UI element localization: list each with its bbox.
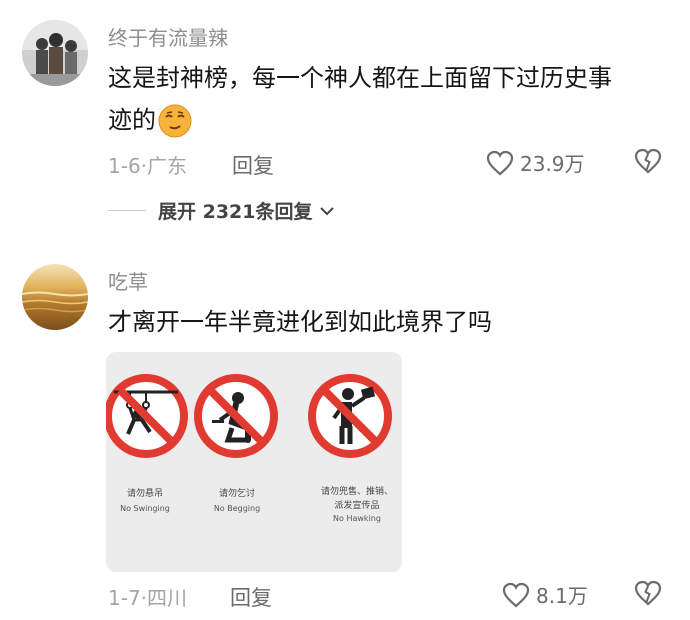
golden-water-avatar-icon <box>22 264 88 330</box>
comment-text: 才离开一年半竟进化到如此境界了吗 <box>108 308 492 336</box>
sign-label-en: No Begging <box>213 504 261 513</box>
no-swinging-icon <box>106 374 188 458</box>
date-text: 1-7 <box>108 586 141 610</box>
sign-label-en: No Swinging <box>120 504 170 513</box>
sign-label-cn: 请勿悬吊 <box>126 489 163 499</box>
sign-label-cn-line-2: 派发宣传品 <box>334 501 380 511</box>
broken-heart-icon <box>634 580 662 606</box>
like-button[interactable]: 8.1万 <box>502 580 588 609</box>
avatar[interactable] <box>22 264 88 330</box>
comment-image[interactable]: 请勿悬吊 No Swinging 请勿乞讨 No Begging 请勿兜售、推销… <box>106 352 402 572</box>
no-hawking-icon <box>308 374 392 458</box>
reply-button[interactable]: 回复 <box>230 582 272 612</box>
username[interactable]: 吃草 <box>108 266 148 295</box>
sign-label-cn-line-1: 请勿兜售、推销、 <box>320 487 393 497</box>
no-begging-icon <box>194 374 278 458</box>
like-count: 8.1万 <box>536 584 588 608</box>
dislike-button[interactable] <box>634 580 662 610</box>
comment-2: 吃草 才离开一年半竟进化到如此境界了吗 请勿悬吊 No Swinging 请勿乞… <box>0 0 690 620</box>
comment-date: 1-7·四川 <box>108 582 187 611</box>
location-text: 四川 <box>147 586 188 610</box>
sign-label-cn: 请勿乞讨 <box>218 489 255 499</box>
heart-icon <box>502 582 530 607</box>
sign-label-en: No Hawking <box>333 514 381 523</box>
